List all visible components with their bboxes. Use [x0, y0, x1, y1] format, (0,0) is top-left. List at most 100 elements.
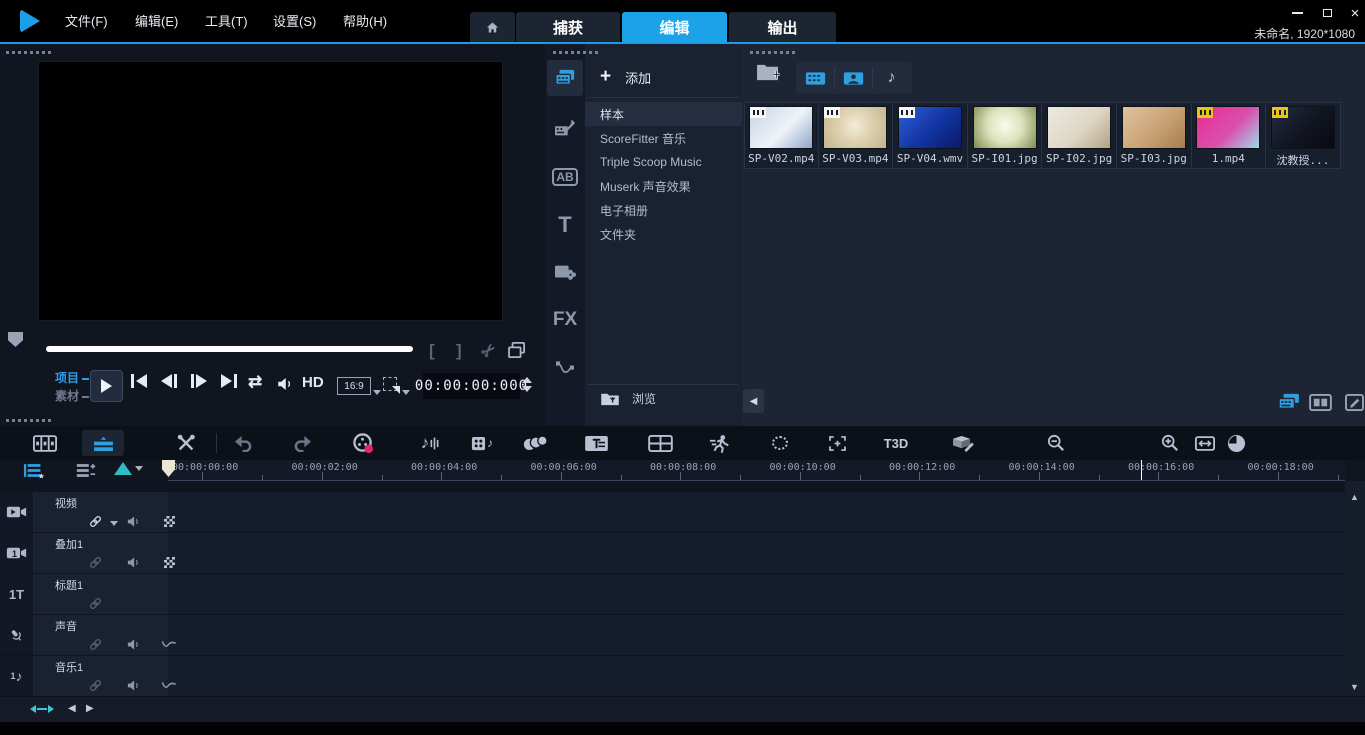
overlay-link-button[interactable]: [84, 554, 106, 570]
timeline-scroll-right-button[interactable]: ▶: [86, 703, 94, 714]
thumbnail-image[interactable]: [823, 106, 887, 149]
nav-item-muserk[interactable]: Muserk 声音效果: [585, 174, 742, 198]
play-button[interactable]: [90, 370, 123, 402]
sidebar-title-button[interactable]: T: [547, 207, 583, 243]
video-track-header[interactable]: 视频: [0, 492, 168, 532]
sidebar-media-button[interactable]: [547, 60, 583, 96]
mask-creator-button[interactable]: [762, 430, 798, 456]
menu-file[interactable]: 文件(F): [65, 11, 108, 30]
overlay-track-header[interactable]: 1 叠加1: [0, 533, 168, 573]
nav-item-triple-scoop[interactable]: Triple Scoop Music: [585, 150, 742, 174]
previous-frame-button[interactable]: [161, 374, 177, 388]
split-clip-button[interactable]: ✂: [477, 339, 501, 363]
ripple-edit-dropdown[interactable]: [135, 466, 143, 471]
media-thumbnail[interactable]: SP-V04.wmv: [893, 102, 968, 169]
media-thumbnail[interactable]: 1.mp4: [1192, 102, 1267, 169]
sidebar-overlay-button[interactable]: [547, 254, 583, 290]
title-3d-button[interactable]: T3D: [878, 430, 914, 456]
preview-timecode[interactable]: 00:00:00:000: [423, 373, 520, 399]
thumbnail-image[interactable]: [973, 106, 1037, 149]
timeline-ruler[interactable]: 00:00:00:0000:00:02:0000:00:04:0000:00:0…: [168, 460, 1345, 481]
timeline-scroll-mode-icon[interactable]: [30, 705, 54, 713]
project-duration-button[interactable]: [1218, 430, 1254, 456]
filter-videos-button[interactable]: [796, 67, 834, 89]
music-track-header[interactable]: 1 ♪ 音乐1: [0, 656, 168, 696]
menu-edit[interactable]: 编辑(E): [135, 11, 178, 30]
split-screen-template-button[interactable]: [642, 430, 678, 456]
tools-menu-button[interactable]: [168, 430, 204, 456]
timeline-panel-drag-handle[interactable]: [6, 419, 51, 423]
scroll-down-arrow[interactable]: ▼: [1350, 682, 1360, 692]
library-panel-toggle[interactable]: [1276, 392, 1301, 412]
go-to-end-button[interactable]: [221, 374, 237, 388]
title-track-header[interactable]: 1T 标题1: [0, 574, 168, 614]
enlarge-preview-button[interactable]: [508, 342, 526, 358]
volume-button[interactable]: [276, 375, 294, 393]
auto-music-button[interactable]: ♪: [464, 430, 500, 456]
scrubber-bar[interactable]: [46, 346, 413, 352]
record-capture-button[interactable]: [345, 430, 381, 456]
options-panel-toggle[interactable]: [1308, 392, 1333, 412]
close-button[interactable]: ×: [1344, 4, 1365, 22]
mark-out-button[interactable]: ]: [456, 341, 462, 361]
music-link-button[interactable]: [84, 677, 106, 693]
tab-output[interactable]: 输出: [729, 12, 836, 42]
edit-panel-toggle[interactable]: [1342, 392, 1365, 412]
video-transparency-button[interactable]: [158, 513, 180, 529]
clip-mode-label[interactable]: 素材: [55, 387, 89, 404]
overlay-track-lane[interactable]: [168, 533, 1345, 573]
menu-help[interactable]: 帮助(H): [343, 11, 387, 30]
hd-preview-button[interactable]: HD: [302, 374, 324, 391]
media-thumbnail[interactable]: SP-V03.mp4: [819, 102, 894, 169]
video-mute-button[interactable]: [122, 513, 144, 529]
browse-button[interactable]: 浏览: [600, 390, 656, 407]
tab-capture[interactable]: 捕获: [516, 12, 620, 42]
filter-photos-button[interactable]: [834, 67, 872, 89]
video-link-dropdown[interactable]: [110, 521, 118, 526]
music-waveform-button[interactable]: [158, 677, 180, 693]
thumbnail-image[interactable]: [898, 106, 962, 149]
media-thumbnail[interactable]: SP-I01.jpg: [968, 102, 1043, 169]
sidebar-transition-button[interactable]: AB: [547, 159, 583, 195]
sidebar-instant-project-button[interactable]: [547, 111, 583, 147]
sidebar-filter-button[interactable]: FX: [547, 302, 583, 338]
home-button[interactable]: [470, 12, 515, 42]
thumbnail-image[interactable]: [1047, 106, 1111, 149]
motion-tracking-button[interactable]: [702, 430, 738, 456]
project-mode-label[interactable]: 项目: [55, 369, 89, 386]
menu-settings[interactable]: 设置(S): [273, 11, 316, 30]
subtitle-editor-button[interactable]: [578, 430, 614, 456]
sidebar-motion-path-button[interactable]: [547, 350, 583, 386]
restore-button[interactable]: [1316, 4, 1338, 22]
nav-item-folders[interactable]: 文件夹: [585, 222, 742, 246]
redo-button[interactable]: [284, 430, 320, 456]
repeat-button[interactable]: ⇄: [248, 372, 262, 392]
timecode-spinner[interactable]: [522, 377, 532, 392]
zoom-in-button[interactable]: [1152, 430, 1188, 456]
library-panel-drag-handle[interactable]: [553, 51, 598, 55]
overlay-mute-button[interactable]: [122, 554, 144, 570]
timeline-scroll-left-button[interactable]: ◀: [68, 703, 76, 714]
pan-zoom-button[interactable]: [517, 430, 553, 456]
menu-tools[interactable]: 工具(T): [205, 11, 248, 30]
aspect-ratio-select[interactable]: 16:9: [337, 377, 371, 395]
music-mute-button[interactable]: [122, 677, 144, 693]
video-link-button[interactable]: [84, 513, 106, 529]
overlay-transparency-button[interactable]: [158, 554, 180, 570]
selection-dropdown-arrow[interactable]: [402, 390, 410, 395]
undo-button[interactable]: [225, 430, 261, 456]
import-media-button[interactable]: [756, 62, 781, 83]
storyboard-view-button[interactable]: [27, 430, 63, 456]
title-track-lane[interactable]: [168, 574, 1345, 614]
thumbnail-image[interactable]: [1196, 106, 1260, 149]
voice-link-button[interactable]: [84, 636, 106, 652]
thumbnail-image[interactable]: [749, 106, 813, 149]
timeline-view-button[interactable]: [82, 430, 124, 456]
collapse-library-button[interactable]: ◀: [743, 389, 764, 413]
voice-track-header[interactable]: 声音: [0, 615, 168, 655]
tracks-scrollbar[interactable]: [1345, 481, 1365, 696]
selection-tool-button[interactable]: [383, 377, 397, 391]
tab-edit[interactable]: 编辑: [622, 12, 727, 42]
voice-track-lane[interactable]: [168, 615, 1345, 655]
mark-in-button[interactable]: [: [429, 341, 435, 361]
